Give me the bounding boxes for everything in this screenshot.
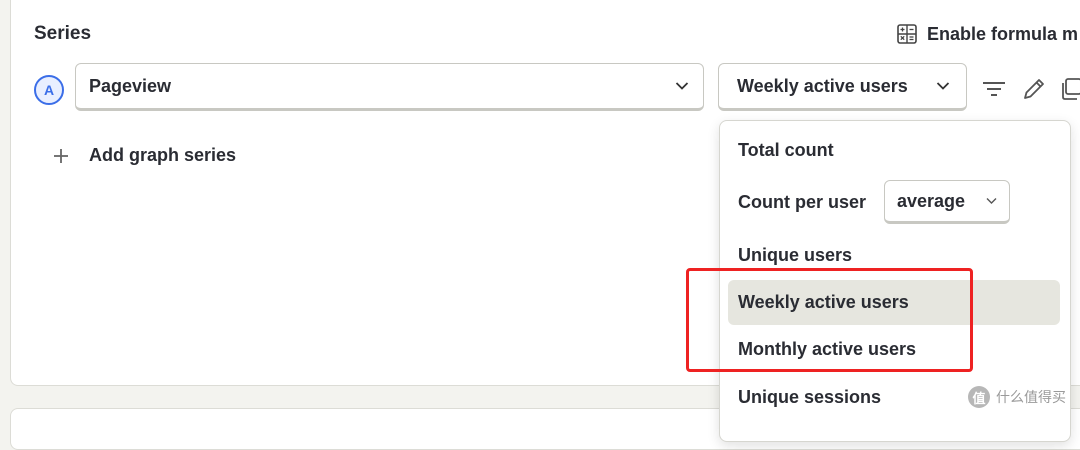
math-select-value: Weekly active users [737, 75, 908, 96]
section-title: Series [34, 23, 92, 44]
filter-icon[interactable] [981, 76, 1007, 102]
add-graph-series-button[interactable]: Add graph series [52, 145, 236, 166]
watermark-logo-icon: 值 [968, 386, 990, 408]
event-select[interactable]: Pageview [75, 63, 704, 111]
pencil-icon[interactable] [1021, 76, 1047, 102]
menu-item-total-count[interactable]: Total count [728, 128, 1060, 173]
chevron-down-icon [936, 82, 950, 90]
watermark-text: 什么值得买 [996, 389, 1066, 405]
plus-icon [54, 148, 68, 163]
watermark: 值 什么值得买 [968, 386, 1066, 408]
aggregation-select[interactable]: average [884, 180, 1010, 224]
enable-formula-label: Enable formula m [927, 23, 1079, 44]
annotation-highlight-box [686, 268, 973, 372]
math-select[interactable]: Weekly active users [718, 63, 967, 111]
event-select-value: Pageview [89, 75, 172, 96]
enable-formula-toggle[interactable]: Enable formula m [896, 23, 1078, 45]
aggregation-select-value: average [897, 190, 966, 211]
chevron-down-icon [675, 82, 689, 90]
chevron-down-icon [986, 198, 997, 204]
add-graph-series-label: Add graph series [89, 145, 237, 165]
calculator-icon [897, 24, 917, 44]
copy-icon[interactable] [1058, 76, 1080, 102]
series-badge: A [34, 75, 64, 105]
